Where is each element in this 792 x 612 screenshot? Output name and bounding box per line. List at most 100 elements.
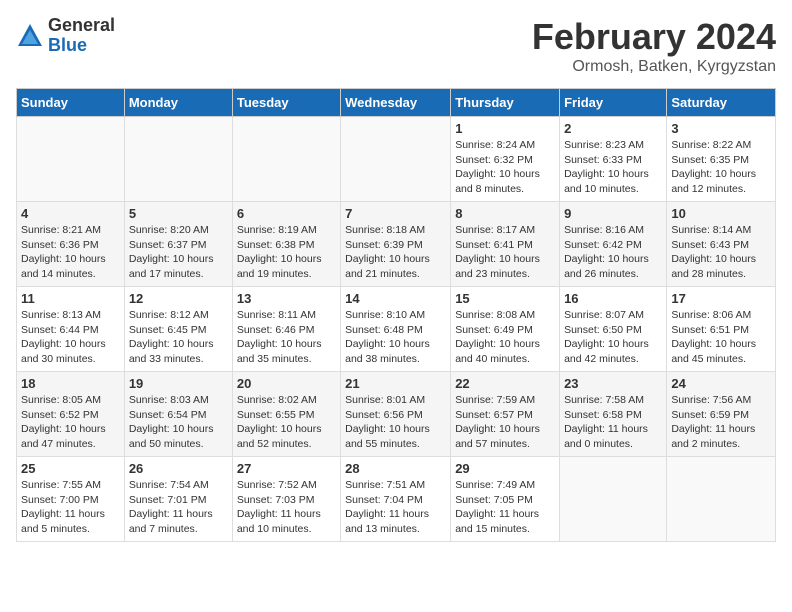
calendar-header-thursday: Thursday [451, 89, 560, 117]
day-number: 28 [345, 461, 446, 476]
calendar-cell: 22 Sunrise: 7:59 AM Sunset: 6:57 PM Dayli… [451, 372, 560, 457]
calendar-cell: 29 Sunrise: 7:49 AM Sunset: 7:05 PM Dayli… [451, 457, 560, 542]
day-info: Sunrise: 7:58 AM Sunset: 6:58 PM Dayligh… [564, 393, 662, 452]
day-number: 7 [345, 206, 446, 221]
calendar-cell: 8Sunrise: 8:17 AM Sunset: 6:41 PM Daylig… [451, 202, 560, 287]
day-number: 19 [129, 376, 228, 391]
day-info: Sunrise: 8:13 AM Sunset: 6:44 PM Dayligh… [21, 308, 120, 367]
day-info: Sunrise: 8:10 AM Sunset: 6:48 PM Dayligh… [345, 308, 446, 367]
day-info: Sunrise: 8:20 AM Sunset: 6:37 PM Dayligh… [129, 223, 228, 282]
calendar-cell [560, 457, 667, 542]
logo: General Blue [16, 16, 115, 56]
day-number: 6 [237, 206, 336, 221]
day-number: 2 [564, 121, 662, 136]
calendar-header-monday: Monday [124, 89, 232, 117]
page-header: General Blue February 2024 Ormosh, Batke… [16, 16, 776, 76]
calendar-cell: 21 Sunrise: 8:01 AM Sunset: 6:56 PM Dayli… [341, 372, 451, 457]
day-number: 13 [237, 291, 336, 306]
day-number: 4 [21, 206, 120, 221]
calendar-cell: 28 Sunrise: 7:51 AM Sunset: 7:04 PM Dayli… [341, 457, 451, 542]
day-info: Sunrise: 8:22 AM Sunset: 6:35 PM Dayligh… [671, 138, 771, 197]
calendar-cell: 5 Sunrise: 8:20 AM Sunset: 6:37 PM Daylig… [124, 202, 232, 287]
day-info: Sunrise: 7:52 AM Sunset: 7:03 PM Dayligh… [237, 478, 336, 537]
day-info: Sunrise: 8:14 AM Sunset: 6:43 PM Dayligh… [671, 223, 771, 282]
day-number: 22 [455, 376, 555, 391]
location: Ormosh, Batken, Kyrgyzstan [532, 58, 776, 76]
calendar-cell [667, 457, 776, 542]
day-info: Sunrise: 8:02 AM Sunset: 6:55 PM Dayligh… [237, 393, 336, 452]
calendar-cell: 10 Sunrise: 8:14 AM Sunset: 6:43 PM Dayli… [667, 202, 776, 287]
calendar-week-row: 4 Sunrise: 8:21 AM Sunset: 6:36 PM Daylig… [17, 202, 776, 287]
day-number: 3 [671, 121, 771, 136]
day-number: 11 [21, 291, 120, 306]
calendar-cell: 15Sunrise: 8:08 AM Sunset: 6:49 PM Dayli… [451, 287, 560, 372]
calendar-cell: 19 Sunrise: 8:03 AM Sunset: 6:54 PM Dayli… [124, 372, 232, 457]
calendar-cell: 2Sunrise: 8:23 AM Sunset: 6:33 PM Daylig… [560, 117, 667, 202]
calendar-cell: 11 Sunrise: 8:13 AM Sunset: 6:44 PM Dayli… [17, 287, 125, 372]
calendar-week-row: 1 Sunrise: 8:24 AM Sunset: 6:32 PM Daylig… [17, 117, 776, 202]
logo-icon [16, 22, 44, 50]
calendar-cell: 27 Sunrise: 7:52 AM Sunset: 7:03 PM Dayli… [232, 457, 340, 542]
day-number: 17 [671, 291, 771, 306]
day-number: 26 [129, 461, 228, 476]
calendar-cell: 4 Sunrise: 8:21 AM Sunset: 6:36 PM Daylig… [17, 202, 125, 287]
calendar-cell: 24Sunrise: 7:56 AM Sunset: 6:59 PM Dayli… [667, 372, 776, 457]
calendar-cell: 20 Sunrise: 8:02 AM Sunset: 6:55 PM Dayli… [232, 372, 340, 457]
day-info: Sunrise: 8:07 AM Sunset: 6:50 PM Dayligh… [564, 308, 662, 367]
day-info: Sunrise: 8:24 AM Sunset: 6:32 PM Dayligh… [455, 138, 555, 197]
day-number: 5 [129, 206, 228, 221]
calendar-header-sunday: Sunday [17, 89, 125, 117]
title-section: February 2024 Ormosh, Batken, Kyrgyzstan [532, 16, 776, 76]
calendar-cell: 18 Sunrise: 8:05 AM Sunset: 6:52 PM Dayli… [17, 372, 125, 457]
calendar-cell: 26 Sunrise: 7:54 AM Sunset: 7:01 PM Dayli… [124, 457, 232, 542]
logo-text: General Blue [48, 16, 115, 56]
day-info: Sunrise: 8:05 AM Sunset: 6:52 PM Dayligh… [21, 393, 120, 452]
calendar-cell: 3 Sunrise: 8:22 AM Sunset: 6:35 PM Daylig… [667, 117, 776, 202]
calendar-header-friday: Friday [560, 89, 667, 117]
calendar-cell: 25Sunrise: 7:55 AM Sunset: 7:00 PM Dayli… [17, 457, 125, 542]
calendar-cell [341, 117, 451, 202]
day-info: Sunrise: 7:59 AM Sunset: 6:57 PM Dayligh… [455, 393, 555, 452]
day-number: 27 [237, 461, 336, 476]
day-number: 29 [455, 461, 555, 476]
calendar-cell: 12Sunrise: 8:12 AM Sunset: 6:45 PM Dayli… [124, 287, 232, 372]
day-info: Sunrise: 8:21 AM Sunset: 6:36 PM Dayligh… [21, 223, 120, 282]
day-info: Sunrise: 8:03 AM Sunset: 6:54 PM Dayligh… [129, 393, 228, 452]
calendar-week-row: 25Sunrise: 7:55 AM Sunset: 7:00 PM Dayli… [17, 457, 776, 542]
calendar-cell: 13 Sunrise: 8:11 AM Sunset: 6:46 PM Dayli… [232, 287, 340, 372]
day-info: Sunrise: 8:01 AM Sunset: 6:56 PM Dayligh… [345, 393, 446, 452]
month-title: February 2024 [532, 16, 776, 58]
day-number: 20 [237, 376, 336, 391]
day-info: Sunrise: 8:18 AM Sunset: 6:39 PM Dayligh… [345, 223, 446, 282]
day-info: Sunrise: 8:16 AM Sunset: 6:42 PM Dayligh… [564, 223, 662, 282]
calendar-cell [17, 117, 125, 202]
day-number: 18 [21, 376, 120, 391]
day-info: Sunrise: 7:51 AM Sunset: 7:04 PM Dayligh… [345, 478, 446, 537]
day-number: 23 [564, 376, 662, 391]
day-number: 21 [345, 376, 446, 391]
calendar-cell: 1 Sunrise: 8:24 AM Sunset: 6:32 PM Daylig… [451, 117, 560, 202]
calendar-cell: 23 Sunrise: 7:58 AM Sunset: 6:58 PM Dayli… [560, 372, 667, 457]
calendar-header-saturday: Saturday [667, 89, 776, 117]
day-number: 10 [671, 206, 771, 221]
day-number: 12 [129, 291, 228, 306]
calendar-cell: 17Sunrise: 8:06 AM Sunset: 6:51 PM Dayli… [667, 287, 776, 372]
calendar-cell: 7 Sunrise: 8:18 AM Sunset: 6:39 PM Daylig… [341, 202, 451, 287]
calendar-cell: 14Sunrise: 8:10 AM Sunset: 6:48 PM Dayli… [341, 287, 451, 372]
calendar-header-tuesday: Tuesday [232, 89, 340, 117]
day-info: Sunrise: 7:49 AM Sunset: 7:05 PM Dayligh… [455, 478, 555, 537]
calendar-header-wednesday: Wednesday [341, 89, 451, 117]
day-info: Sunrise: 7:55 AM Sunset: 7:00 PM Dayligh… [21, 478, 120, 537]
day-number: 9 [564, 206, 662, 221]
day-info: Sunrise: 8:11 AM Sunset: 6:46 PM Dayligh… [237, 308, 336, 367]
day-info: Sunrise: 8:19 AM Sunset: 6:38 PM Dayligh… [237, 223, 336, 282]
day-number: 8 [455, 206, 555, 221]
day-info: Sunrise: 7:54 AM Sunset: 7:01 PM Dayligh… [129, 478, 228, 537]
day-number: 16 [564, 291, 662, 306]
day-info: Sunrise: 8:08 AM Sunset: 6:49 PM Dayligh… [455, 308, 555, 367]
logo-general: General [48, 16, 115, 36]
day-number: 1 [455, 121, 555, 136]
logo-blue: Blue [48, 36, 115, 56]
calendar-cell [232, 117, 340, 202]
calendar-week-row: 11 Sunrise: 8:13 AM Sunset: 6:44 PM Dayli… [17, 287, 776, 372]
